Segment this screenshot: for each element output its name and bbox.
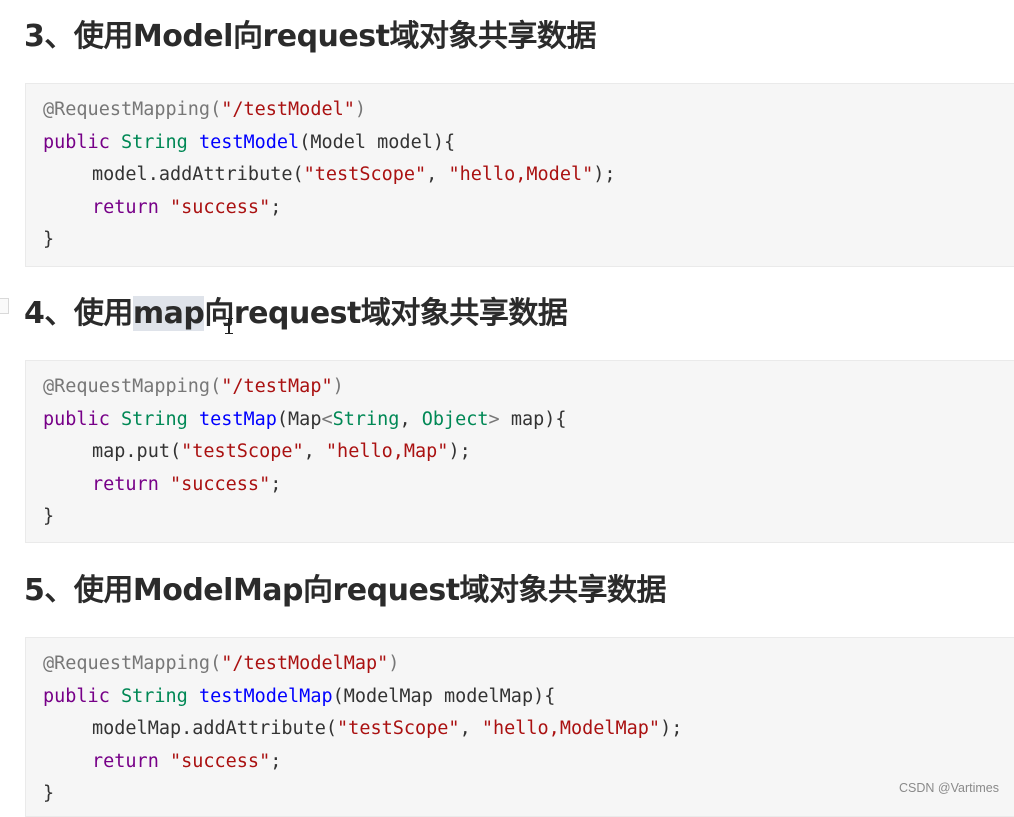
code-line: } [43,501,1014,534]
code-token: "/testModelMap" [221,653,389,674]
code-line: map.put("testScope", "hello,Map"); [43,436,1014,469]
code-token: public [43,408,110,430]
code-token: "hello,Map" [325,441,449,462]
code-token: ) [332,376,344,397]
code-token: String [120,408,188,430]
code-token: ; [270,750,282,772]
code-token: "testScope" [303,164,427,185]
code-token: return [92,750,159,772]
code-token: map){ [499,408,567,430]
code-token: , [426,164,449,185]
code-token: "success" [169,196,271,218]
code-token: "testScope" [337,718,460,739]
code-line: } [43,224,1014,257]
code-token: ) [388,653,400,674]
code-token: String [120,685,188,707]
code-token: return [92,196,159,218]
csdn-watermark: CSDN @Vartimes [899,781,999,795]
code-token: , [399,408,422,430]
code-line: modelMap.addAttribute("testScope", "hell… [43,713,1014,746]
code-line: @RequestMapping("/testModel") [43,94,1014,127]
code-token: @RequestMapping( [43,99,222,120]
code-token: (ModelMap modelMap){ [332,685,556,707]
code-block-model[interactable]: @RequestMapping("/testModel") public Stri… [25,83,1014,267]
code-token: String [332,408,400,430]
code-line: @RequestMapping("/testModelMap") [43,648,1014,681]
code-line: public String testModelMap(ModelMap mode… [43,681,1014,714]
code-token: ); [448,441,471,462]
code-token: public [43,131,110,153]
ibeam-cursor-icon [224,318,234,334]
section-4-heading-prefix: 4、使用 [24,296,133,331]
code-token: testModelMap [198,685,333,707]
code-token: , [303,441,326,462]
code-token: ) [354,99,367,120]
code-line: return "success"; [43,192,1014,225]
section-3-heading: 3、使用Model向request域对象共享数据 [24,19,596,54]
code-token: ; [270,473,282,495]
code-token: } [43,783,55,804]
gutter-marker-icon [0,298,9,314]
code-token: @RequestMapping( [43,376,222,397]
code-token: (Model model){ [299,131,456,153]
section-4-heading: 4、使用map向request域对象共享数据 [24,294,568,334]
code-line: model.addAttribute("testScope", "hello,M… [43,159,1014,192]
code-token: "/testModel" [221,99,355,120]
code-token: } [43,229,55,250]
code-token: @RequestMapping( [43,653,222,674]
code-token: "/testMap" [221,376,333,397]
code-line: @RequestMapping("/testMap") [43,371,1014,404]
code-line: } [43,778,1014,811]
code-token: > [488,408,500,430]
code-line: public String testMap(Map<String, Object… [43,404,1014,437]
code-token: modelMap.addAttribute( [92,718,338,739]
code-token: , [459,718,482,739]
code-line: public String testModel(Model model){ [43,127,1014,160]
code-token: testMap [198,408,277,430]
code-token: String [120,131,188,153]
code-token: "success" [169,473,271,495]
code-token: Object [421,408,489,430]
code-token: "success" [169,750,271,772]
code-token: public [43,685,110,707]
code-token: map.put( [92,441,182,462]
code-token: "hello,ModelMap" [481,718,661,739]
code-token: } [43,506,55,527]
code-block-modelmap[interactable]: @RequestMapping("/testModelMap") public S… [25,637,1014,817]
code-token: ); [593,164,616,185]
code-line: return "success"; [43,746,1014,779]
code-line: return "success"; [43,469,1014,502]
code-token: "hello,Model" [448,164,594,185]
code-token: ); [660,718,683,739]
code-token: testModel [198,131,300,153]
code-token: < [321,408,333,430]
code-token: "testScope" [181,441,304,462]
code-block-map[interactable]: @RequestMapping("/testMap") public String… [25,360,1014,543]
section-4-heading-suffix: 向request域对象共享数据 [204,296,568,331]
code-token: (Map [276,408,322,430]
code-token: return [92,473,159,495]
section-5-heading: 5、使用ModelMap向request域对象共享数据 [24,573,667,608]
code-token: model.addAttribute( [92,164,304,185]
code-token: ; [270,196,282,218]
selected-text-highlight[interactable]: map [132,296,205,331]
